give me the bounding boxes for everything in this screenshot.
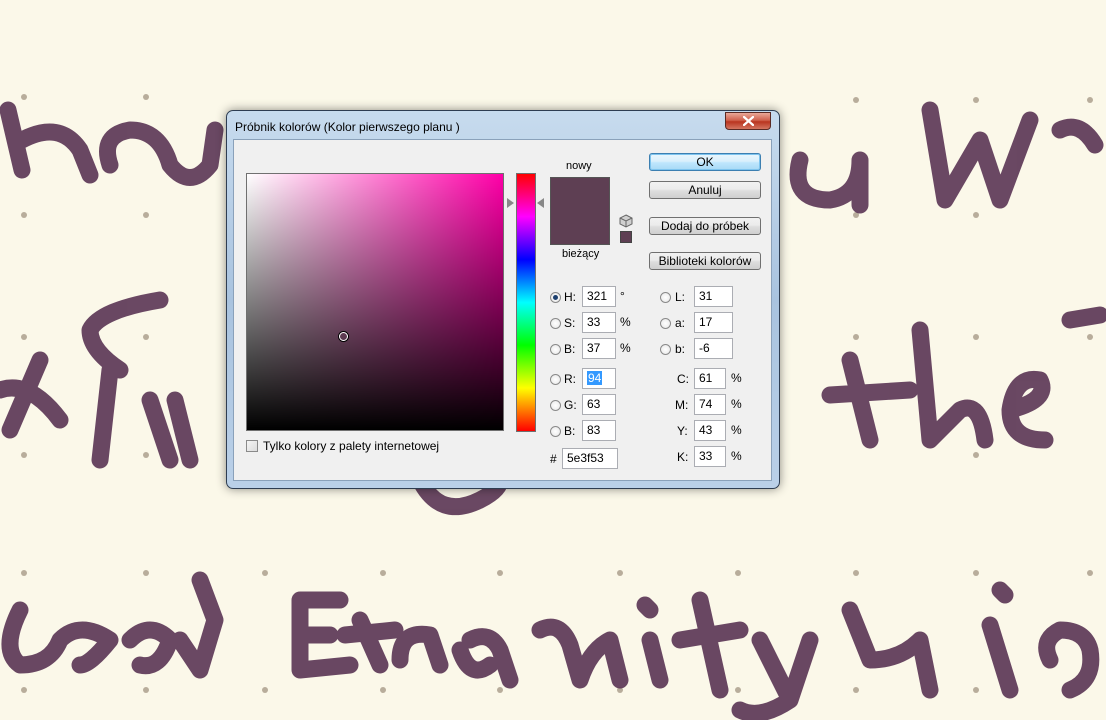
hue-slider-handle-right[interactable] xyxy=(537,198,544,208)
lab-b-label: b: xyxy=(675,342,686,356)
blue-label: B: xyxy=(564,424,576,438)
lab-l-label: L: xyxy=(675,290,686,304)
web-safe-color-swatch[interactable] xyxy=(620,231,632,243)
red-input[interactable]: 94 xyxy=(582,368,616,389)
hex-label: # xyxy=(550,452,557,466)
dialog-content: nowy bieżący OK Anuluj Dodaj do próbek B… xyxy=(233,139,772,481)
out-of-gamut-cube-icon[interactable] xyxy=(619,214,633,228)
brightness-radio[interactable] xyxy=(550,344,561,355)
color-swatch-new-current xyxy=(550,177,610,245)
green-label: G: xyxy=(564,398,577,412)
close-button[interactable] xyxy=(725,112,771,130)
hue-slider-handle-left[interactable] xyxy=(507,198,514,208)
black-input[interactable]: 33 xyxy=(694,446,726,467)
lab-b-radio[interactable] xyxy=(660,344,671,355)
cancel-button[interactable]: Anuluj xyxy=(649,181,761,199)
yellow-label: Y: xyxy=(677,424,688,438)
saturation-input[interactable]: 33 xyxy=(582,312,616,333)
magenta-label: M: xyxy=(675,398,689,412)
cyan-label: C: xyxy=(677,372,689,386)
magenta-unit: % xyxy=(731,397,742,411)
green-input[interactable]: 63 xyxy=(582,394,616,415)
ok-button[interactable]: OK xyxy=(649,153,761,171)
lab-l-radio[interactable] xyxy=(660,292,671,303)
saturation-radio[interactable] xyxy=(550,318,561,329)
brightness-label: B: xyxy=(564,342,576,356)
red-input-value: 94 xyxy=(587,371,603,385)
green-radio[interactable] xyxy=(550,400,561,411)
cyan-input[interactable]: 61 xyxy=(694,368,726,389)
degree-unit: ° xyxy=(620,289,625,303)
black-label: K: xyxy=(677,450,689,464)
brightness-unit: % xyxy=(620,341,631,355)
magenta-input[interactable]: 74 xyxy=(694,394,726,415)
hex-input[interactable]: 5e3f53 xyxy=(562,448,618,469)
blue-input[interactable]: 83 xyxy=(582,420,616,441)
hue-radio[interactable] xyxy=(550,292,561,303)
cyan-unit: % xyxy=(731,371,742,385)
saturation-unit: % xyxy=(620,315,631,329)
lab-b-input[interactable]: -6 xyxy=(694,338,733,359)
brightness-input[interactable]: 37 xyxy=(582,338,616,359)
yellow-unit: % xyxy=(731,423,742,437)
hue-label: H: xyxy=(564,290,576,304)
yellow-input[interactable]: 43 xyxy=(694,420,726,441)
saturation-brightness-field[interactable] xyxy=(246,173,504,431)
hue-input[interactable]: 321 xyxy=(582,286,616,307)
color-field-marker[interactable] xyxy=(339,332,348,341)
saturation-label: S: xyxy=(564,316,576,330)
web-colors-only-checkbox[interactable] xyxy=(246,440,258,452)
new-color-label: nowy xyxy=(566,160,592,172)
close-icon xyxy=(743,116,754,126)
red-radio[interactable] xyxy=(550,374,561,385)
color-libraries-button[interactable]: Biblioteki kolorów xyxy=(649,252,761,270)
lab-a-label: a: xyxy=(675,316,686,330)
dialog-title: Próbnik kolorów (Kolor pierwszego planu … xyxy=(235,120,460,134)
lab-l-input[interactable]: 31 xyxy=(694,286,733,307)
color-picker-dialog: Próbnik kolorów (Kolor pierwszego planu … xyxy=(226,110,780,489)
red-label: R: xyxy=(564,372,576,386)
black-unit: % xyxy=(731,449,742,463)
hue-slider[interactable] xyxy=(516,173,536,432)
lab-a-radio[interactable] xyxy=(660,318,671,329)
add-to-swatches-button[interactable]: Dodaj do próbek xyxy=(649,217,761,235)
lab-a-input[interactable]: 17 xyxy=(694,312,733,333)
blue-radio[interactable] xyxy=(550,426,561,437)
current-color-label: bieżący xyxy=(562,248,600,260)
web-colors-only-label: Tylko kolory z palety internetowej xyxy=(263,439,440,453)
